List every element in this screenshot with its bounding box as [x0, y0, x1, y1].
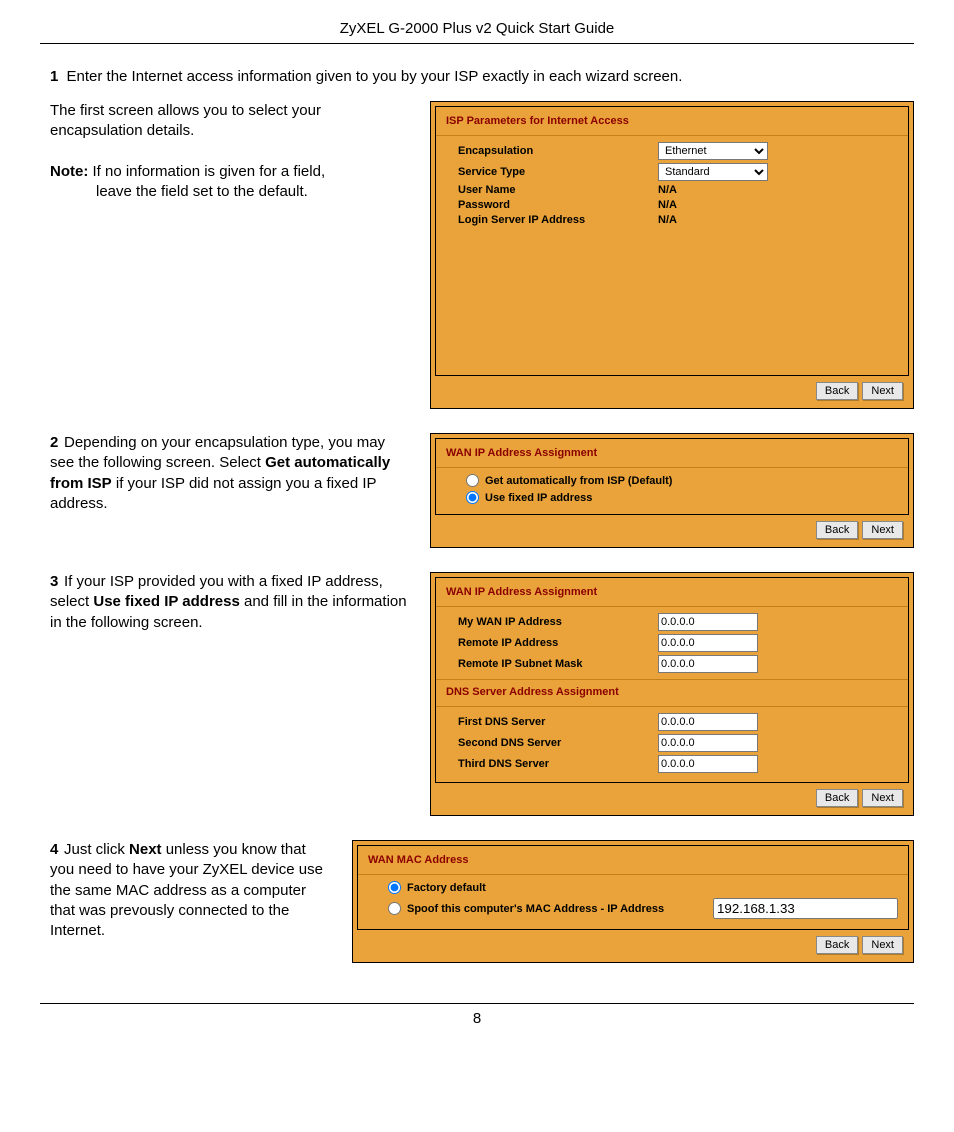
dns2-input[interactable]	[658, 734, 758, 752]
step-1-paragraph: The first screen allows you to select yo…	[50, 101, 410, 142]
spoof-mac-ip-input[interactable]	[713, 898, 898, 919]
isp-panel-title: ISP Parameters for Internet Access	[446, 115, 898, 127]
back-button[interactable]: Back	[816, 789, 858, 807]
step-4-text-a: Just click	[64, 841, 129, 858]
wan-ip-assignment-panel: WAN IP Address Assignment Get automatica…	[430, 433, 914, 548]
password-value: N/A	[658, 199, 677, 211]
spoof-mac-radio[interactable]	[388, 902, 401, 915]
step-3-number: 3	[50, 572, 64, 592]
get-auto-label: Get automatically from ISP (Default)	[485, 475, 672, 487]
spoof-mac-label: Spoof this computer's MAC Address - IP A…	[407, 903, 707, 915]
dns1-label: First DNS Server	[458, 716, 658, 728]
wan-mac-panel: WAN MAC Address Factory default Spoof th…	[352, 840, 914, 963]
step-1-intro: 1 Enter the Internet access information …	[40, 68, 914, 85]
remote-mask-input[interactable]	[658, 655, 758, 673]
factory-default-radio[interactable]	[388, 881, 401, 894]
wan-ip-fixed-panel: WAN IP Address Assignment My WAN IP Addr…	[430, 572, 914, 816]
user-name-value: N/A	[658, 184, 677, 196]
wan-ip-fixed-title: WAN IP Address Assignment	[446, 586, 898, 598]
wan-mac-title: WAN MAC Address	[368, 854, 898, 866]
dns-title: DNS Server Address Assignment	[446, 686, 898, 698]
my-wan-ip-label: My WAN IP Address	[458, 616, 658, 628]
back-button[interactable]: Back	[816, 382, 858, 400]
next-button[interactable]: Next	[862, 789, 903, 807]
dns2-label: Second DNS Server	[458, 737, 658, 749]
dns3-label: Third DNS Server	[458, 758, 658, 770]
dns3-input[interactable]	[658, 755, 758, 773]
encapsulation-select[interactable]: Ethernet	[658, 142, 768, 160]
factory-default-label: Factory default	[407, 882, 486, 894]
my-wan-ip-input[interactable]	[658, 613, 758, 631]
step-3-bold: Use fixed IP address	[93, 593, 239, 610]
remote-mask-label: Remote IP Subnet Mask	[458, 658, 658, 670]
get-auto-radio[interactable]	[466, 474, 479, 487]
note-text-a: If no information is given for a field,	[93, 163, 326, 180]
next-button[interactable]: Next	[862, 936, 903, 954]
service-type-select[interactable]: Standard	[658, 163, 768, 181]
service-type-label: Service Type	[458, 166, 658, 178]
remote-ip-input[interactable]	[658, 634, 758, 652]
back-button[interactable]: Back	[816, 936, 858, 954]
page-header: ZyXEL G-2000 Plus v2 Quick Start Guide	[40, 20, 914, 44]
remote-ip-label: Remote IP Address	[458, 637, 658, 649]
use-fixed-radio[interactable]	[466, 491, 479, 504]
step-4-number: 4	[50, 840, 64, 860]
note-label: Note:	[50, 163, 88, 180]
isp-parameters-panel: ISP Parameters for Internet Access Encap…	[430, 101, 914, 409]
step-2-number: 2	[50, 433, 64, 453]
back-button[interactable]: Back	[816, 521, 858, 539]
next-button[interactable]: Next	[862, 382, 903, 400]
next-button[interactable]: Next	[862, 521, 903, 539]
step-1-intro-text: Enter the Internet access information gi…	[67, 68, 683, 85]
use-fixed-label: Use fixed IP address	[485, 492, 592, 504]
login-server-label: Login Server IP Address	[458, 214, 658, 226]
page-footer: 8	[40, 1003, 914, 1027]
step-1-note: Note: If no information is given for a f…	[50, 162, 410, 203]
step-4-bold: Next	[129, 841, 162, 858]
login-server-value: N/A	[658, 214, 677, 226]
password-label: Password	[458, 199, 658, 211]
step-1-number: 1	[50, 68, 58, 85]
wan-ip-title: WAN IP Address Assignment	[446, 447, 898, 459]
dns1-input[interactable]	[658, 713, 758, 731]
user-name-label: User Name	[458, 184, 658, 196]
encapsulation-label: Encapsulation	[458, 145, 658, 157]
note-text-b: leave the field set to the default.	[50, 182, 410, 202]
